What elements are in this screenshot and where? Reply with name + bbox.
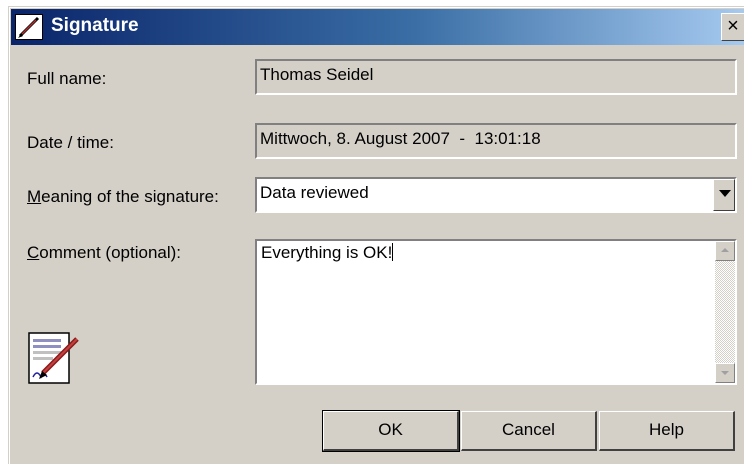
comment-scrollbar[interactable] [715,241,735,383]
meaning-label-accesskey: M [27,187,42,206]
ok-button[interactable]: OK [322,410,460,452]
meaning-select[interactable]: Data reviewed [255,177,737,213]
pen-icon [15,14,43,40]
comment-textarea[interactable]: Everything is OK! [255,239,737,385]
cancel-button[interactable]: Cancel [461,411,597,451]
full-name-value: Thomas Seidel [260,65,374,84]
comment-label-text: omment (optional): [39,243,182,262]
scroll-up-icon[interactable] [715,241,735,261]
full-name-field: Thomas Seidel [255,59,737,95]
meaning-label-text: eaning of the signature: [41,187,219,206]
comment-value: Everything is OK! [261,243,393,262]
help-button[interactable]: Help [599,411,735,451]
signature-dialog: Signature × Full name: Thomas Seidel Dat… [8,6,744,464]
full-name-label: Full name: [27,69,107,88]
datetime-label: Date / time: [27,133,114,152]
signed-document-icon [27,331,81,387]
title-bar[interactable]: Signature × [11,9,744,45]
datetime-field: Mittwoch, 8. August 2007 - 13:01:18 [255,123,737,159]
scroll-down-icon[interactable] [715,363,735,383]
dialog-title: Signature [51,15,139,36]
datetime-value: Mittwoch, 8. August 2007 - 13:01:18 [260,129,541,148]
chevron-down-icon[interactable] [713,179,735,211]
meaning-label: Meaning of the signature: [27,187,219,207]
close-button[interactable]: × [721,13,744,41]
comment-label-accesskey: C [27,243,40,262]
meaning-value: Data reviewed [260,183,369,202]
comment-label: Comment (optional): [27,243,181,263]
text-caret [392,243,394,261]
